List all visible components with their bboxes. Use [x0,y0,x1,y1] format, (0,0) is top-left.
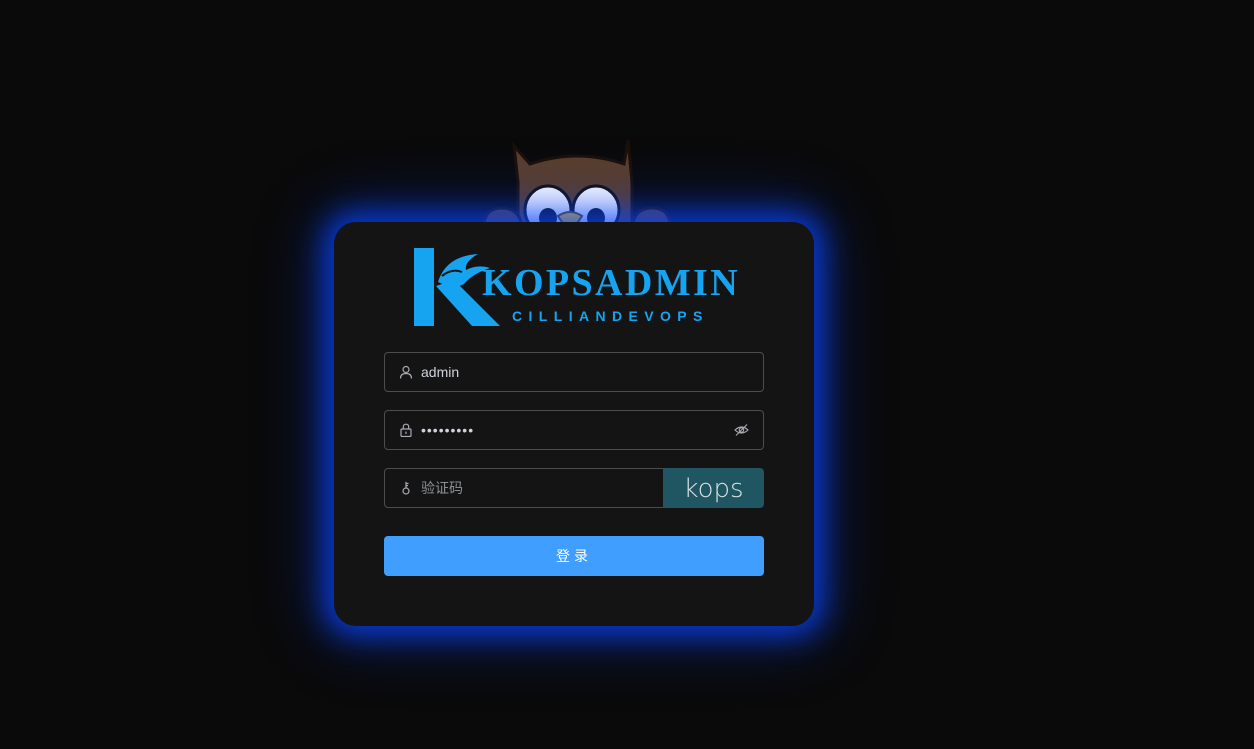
username-field[interactable] [384,352,764,392]
owl-mascot-image [482,139,672,234]
password-field[interactable] [384,410,764,450]
login-button[interactable]: 登录 [384,536,764,576]
captcha-field[interactable] [384,468,664,508]
logo-subtitle: CILLIANDEVOPS [512,308,709,324]
password-input[interactable] [421,411,721,449]
login-card: KOPSADMIN CILLIANDEVOPS admin 验证码 kops 登… [334,222,814,626]
eye-hidden-icon[interactable] [734,423,749,437]
captcha-image[interactable]: kops [663,468,764,508]
key-icon [402,481,410,495]
user-icon [399,365,413,379]
login-page: KOPSADMIN CILLIANDEVOPS admin 验证码 kops 登… [0,0,1254,749]
username-input[interactable] [421,353,721,391]
captcha-input[interactable] [421,469,651,507]
lock-icon [400,423,412,437]
kopsadmin-logo: KOPSADMIN CILLIANDEVOPS [412,246,742,330]
logo-title: KOPSADMIN [482,262,741,304]
